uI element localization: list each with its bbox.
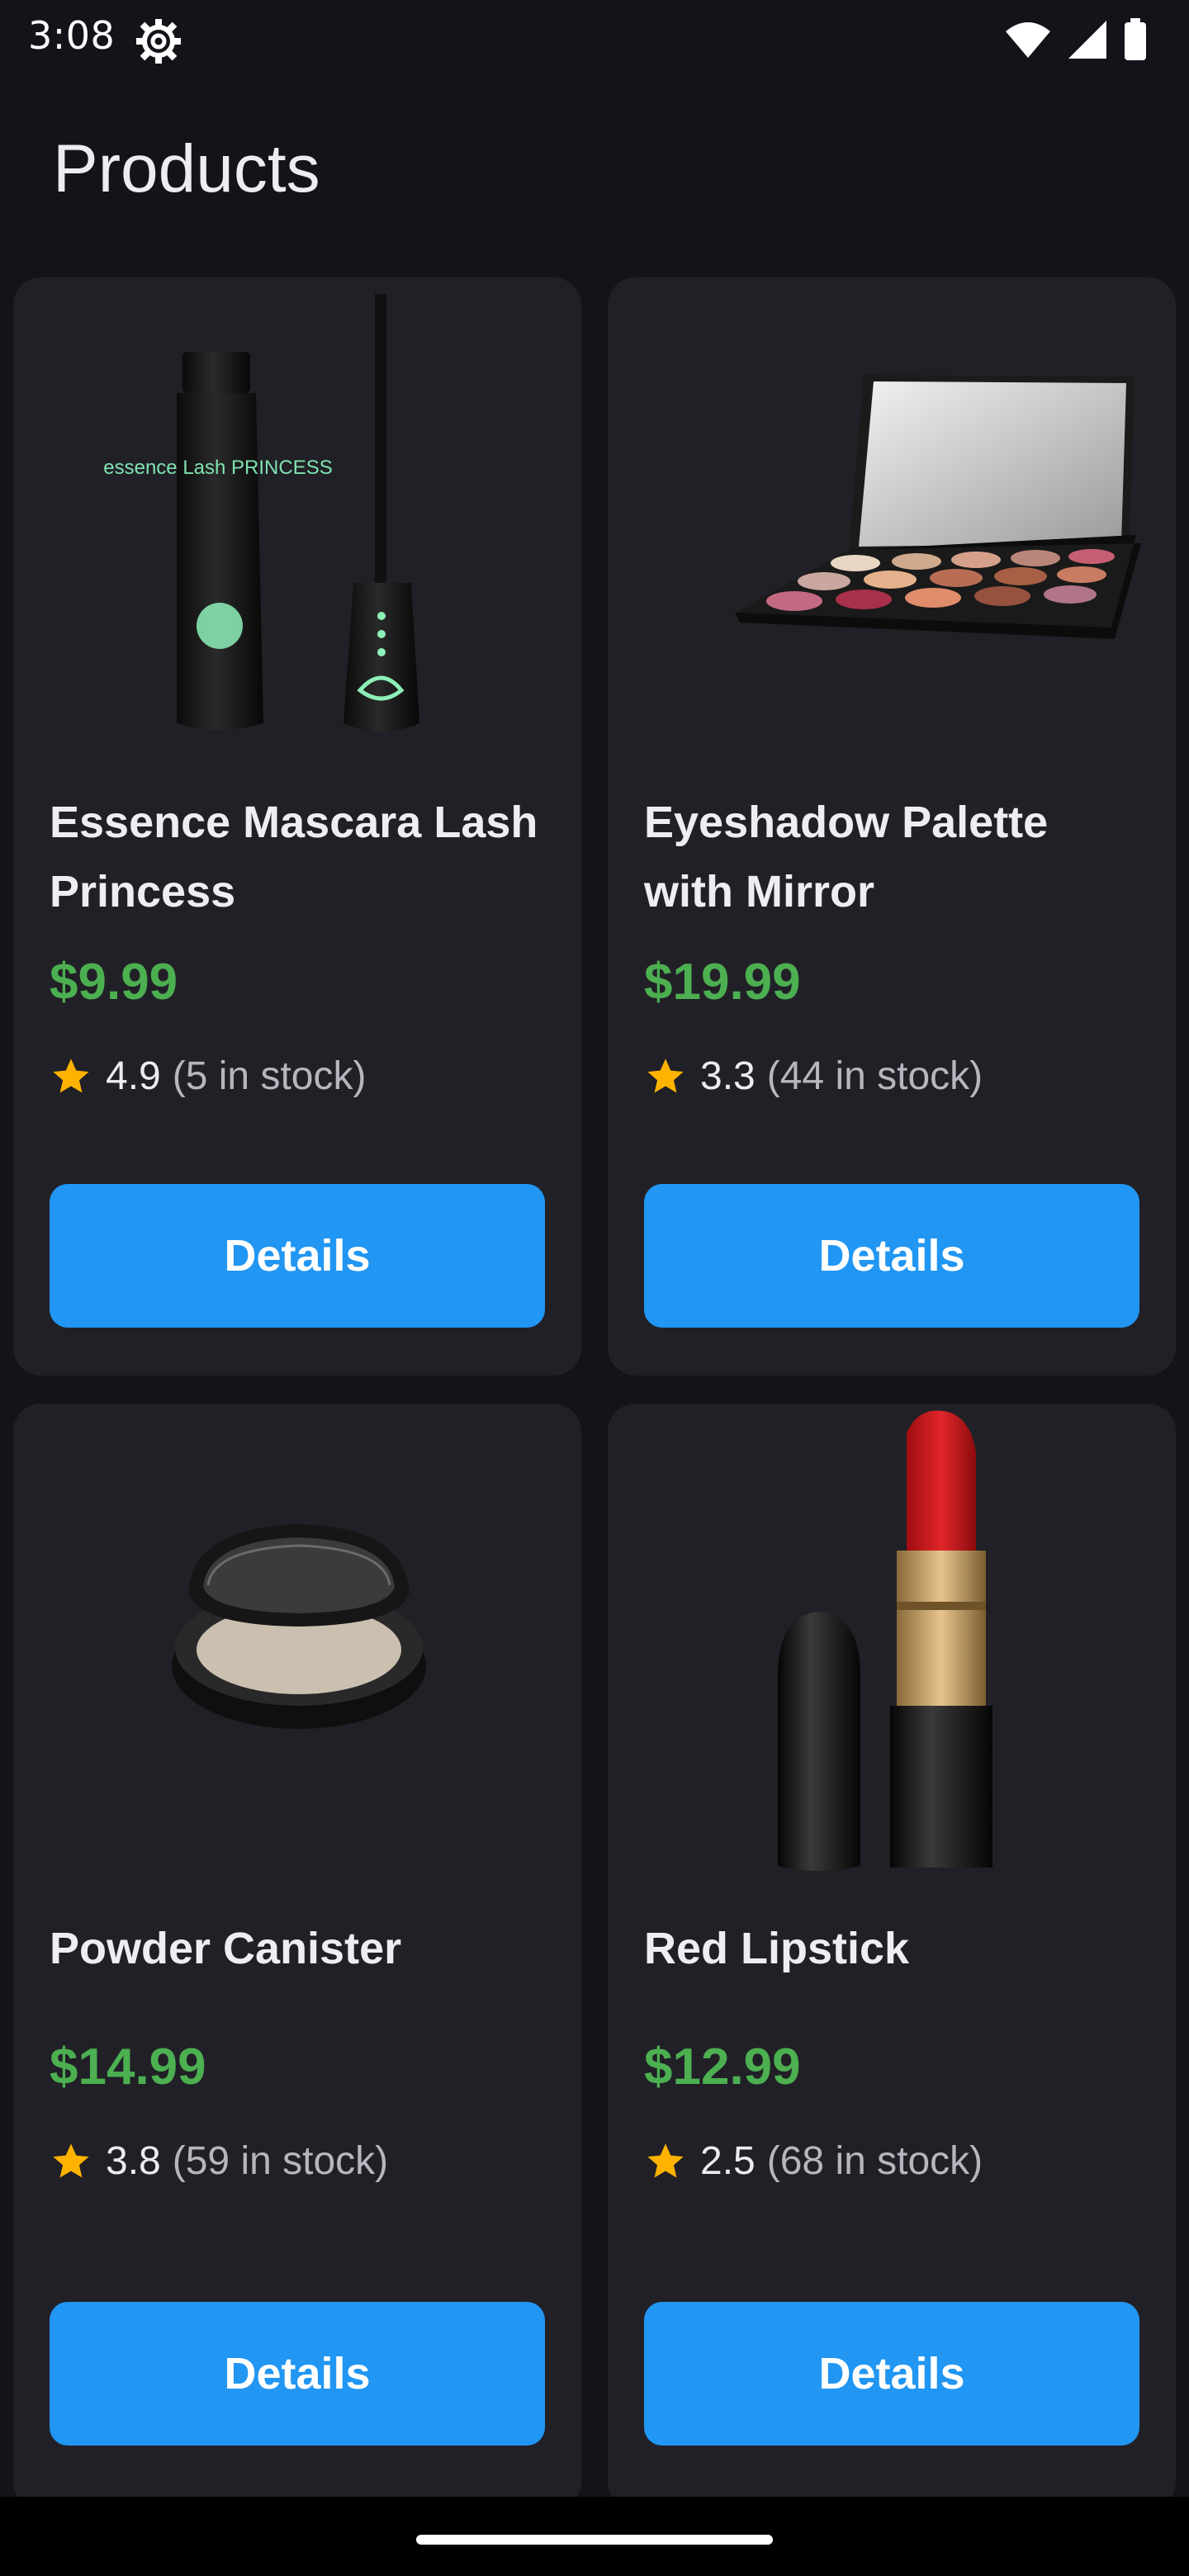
product-name: Powder Canister (50, 1924, 402, 1973)
mascara-brand-text: essence Lash PRINCESS (103, 457, 332, 479)
product-card[interactable]: Powder Canister $14.99 3.8 (59 in stock)… (13, 1404, 581, 2510)
lipstick-icon (608, 1404, 1176, 1882)
product-rating-row: 4.9 (5 in stock) (50, 1054, 366, 1099)
product-price: $9.99 (50, 954, 178, 1011)
status-bar: 3:08 (0, 0, 1189, 79)
product-card[interactable]: Red Lipstick $12.99 2.5 (68 in stock) De… (608, 1404, 1176, 2510)
settings-icon (136, 19, 181, 64)
system-navigation-bar (0, 2497, 1189, 2576)
product-rating-row: 3.3 (44 in stock) (644, 1054, 983, 1099)
star-icon (53, 1058, 89, 1092)
star-icon (53, 2143, 89, 2177)
eyeshadow-palette-icon (608, 277, 1176, 756)
wifi-icon (1006, 22, 1050, 58)
product-rating-row: 2.5 (68 in stock) (644, 2138, 983, 2184)
product-card[interactable]: essence Lash PRINCESS Essence Mascara La… (13, 277, 581, 1376)
rating-value: 3.8 (106, 2139, 161, 2183)
product-price: $19.99 (644, 954, 801, 1011)
details-button[interactable]: Details (644, 2302, 1139, 2446)
page-title: Products (53, 131, 320, 206)
details-button[interactable]: Details (50, 2302, 545, 2446)
rating-value: 3.3 (700, 1054, 756, 1098)
battery-icon (1125, 18, 1146, 60)
status-time: 3:08 (28, 13, 116, 58)
powder-compact-icon (13, 1404, 581, 1882)
product-name: Essence Mascara Lash Princess (50, 798, 538, 916)
stock-text: (44 in stock) (766, 1054, 983, 1098)
status-icons (1004, 17, 1148, 63)
rating-value: 2.5 (700, 2139, 756, 2183)
stock-text: (68 in stock) (766, 2139, 983, 2183)
star-icon (647, 1058, 684, 1092)
app-bar: Products (0, 79, 1189, 261)
product-price: $12.99 (644, 2039, 801, 2095)
rating-value: 4.9 (106, 1054, 161, 1098)
home-indicator[interactable] (416, 2535, 773, 2545)
product-price: $14.99 (50, 2039, 206, 2095)
signal-icon (1068, 21, 1106, 59)
stock-text: (59 in stock) (172, 2139, 389, 2183)
mascara-icon: essence Lash PRINCESS (13, 277, 581, 756)
product-name: Eyeshadow Palette with Mirror (644, 798, 1049, 916)
stock-text: (5 in stock) (172, 1054, 367, 1098)
product-name: Red Lipstick (644, 1924, 910, 1973)
details-button[interactable]: Details (644, 1184, 1139, 1328)
product-rating-row: 3.8 (59 in stock) (50, 2138, 388, 2184)
star-icon (647, 2143, 684, 2177)
product-card[interactable]: Eyeshadow Palette with Mirror $19.99 3.3… (608, 277, 1176, 1376)
details-button[interactable]: Details (50, 1184, 545, 1328)
